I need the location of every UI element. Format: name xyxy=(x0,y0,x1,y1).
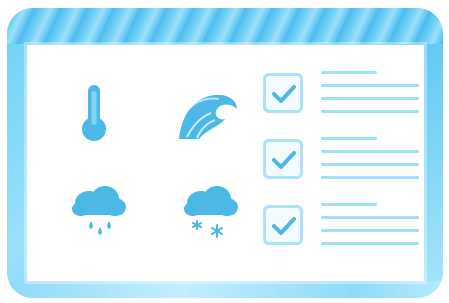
checkbox-3[interactable] xyxy=(263,205,303,245)
checklist-item-3-text xyxy=(321,203,427,249)
checkbox-2[interactable] xyxy=(263,139,303,179)
content-pane xyxy=(27,45,424,281)
wave-icon xyxy=(179,94,237,140)
checkmark-icon xyxy=(272,85,296,103)
window-bottom-border xyxy=(7,281,443,298)
checkbox-1[interactable] xyxy=(263,73,303,113)
checklist-item-2-text xyxy=(321,137,427,183)
snow-cloud-icon xyxy=(184,186,238,238)
thermometer-icon xyxy=(82,85,106,141)
checkmark-icon xyxy=(272,217,296,235)
rain-cloud-icon xyxy=(72,186,126,235)
app-window xyxy=(7,8,443,298)
window-title-bar xyxy=(7,8,443,44)
checklist-item-1-text xyxy=(321,71,427,117)
checkmark-icon xyxy=(272,151,296,169)
